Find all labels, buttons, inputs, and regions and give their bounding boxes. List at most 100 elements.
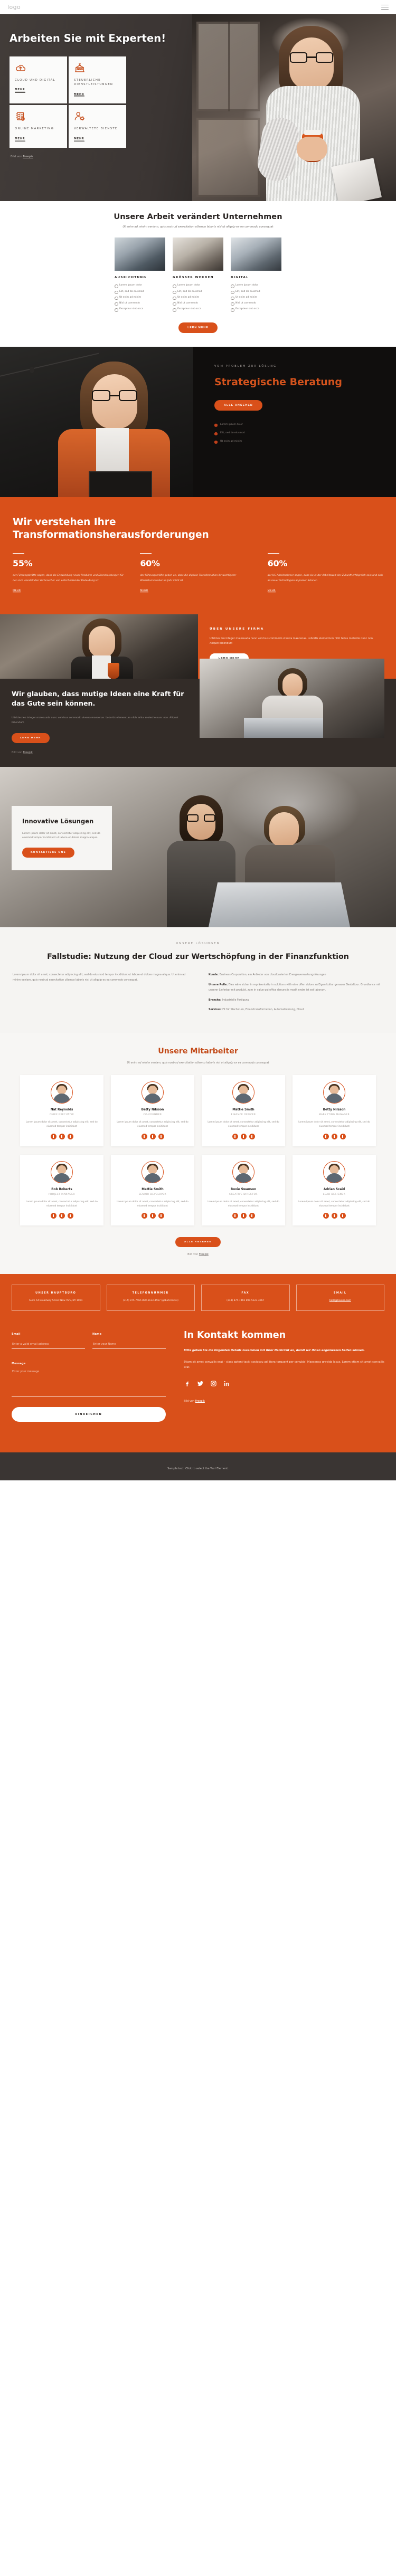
feature-card-more-link[interactable]: MEHR (74, 137, 84, 142)
cloud-upload-icon (15, 62, 26, 74)
team-member-bio: Lorem ipsum dolor sit amet, consectetur … (208, 1200, 279, 1208)
work-learn-more-button[interactable]: LERN MEHR (178, 322, 218, 334)
info-card-title: EMAIL (334, 1291, 347, 1295)
twitter-icon (59, 1213, 65, 1219)
stat-more-link[interactable]: MEHR (140, 590, 148, 594)
strategic-list: Lorem ipsum dolor Elit, sed do eiusmod U… (214, 423, 396, 443)
facebook-icon[interactable] (184, 1380, 191, 1387)
twitter-icon (240, 1213, 247, 1219)
stat-value: 60% (267, 558, 288, 569)
instagram-icon[interactable] (210, 1380, 217, 1387)
team-member-socials[interactable] (298, 1133, 371, 1139)
list-item: Elit, sed do eiusmod (214, 432, 396, 434)
twitter-icon (331, 1133, 337, 1139)
info-card-title: FAX (241, 1291, 250, 1295)
team-member-bio: Lorem ipsum dolor sit amet, consectetur … (117, 1121, 188, 1128)
team-member-socials[interactable] (25, 1213, 98, 1219)
team-member-role: LEAD DESIGNER (323, 1193, 346, 1196)
team-member-card[interactable]: Bob Roberts PROJECT MANAGER Lorem ipsum … (20, 1154, 103, 1226)
list-item: Elit, sed do eiusmod (115, 290, 165, 294)
team-member-bio: Lorem ipsum dolor sit amet, consectetur … (298, 1121, 370, 1128)
checklist-clock-icon (15, 111, 26, 122)
feature-card-online-marketing[interactable]: Online Marketing MEHR (10, 105, 67, 148)
team-member-role: CREATIVE DIRECTOR (229, 1193, 258, 1196)
facebook-icon (323, 1213, 329, 1219)
team-member-card[interactable]: Adrian Scaid LEAD DESIGNER Lorem ipsum d… (293, 1154, 376, 1226)
twitter-icon (149, 1213, 156, 1219)
info-card-value: Suite 54 Broadway Street New York, NY 10… (29, 1299, 83, 1303)
twitter-icon[interactable] (197, 1380, 204, 1387)
list-item: Ut enim ad minim (173, 296, 223, 300)
twitter-icon (59, 1133, 65, 1139)
facebook-icon (141, 1213, 147, 1219)
email-field[interactable] (12, 1338, 85, 1349)
stat-item: 60% der Führungskräfte geben an, dass di… (140, 553, 256, 594)
info-card-email: EMAIL hello@hexies.com (296, 1285, 384, 1311)
section-subheading: Ut enim ad minim veniam, quis nostrud ex… (122, 225, 274, 229)
credit-link[interactable]: Freepik (199, 1253, 209, 1256)
team-view-all-button[interactable]: ALLE ANSEHEN (175, 1237, 221, 1248)
linkedin-icon (158, 1213, 164, 1219)
work-card[interactable]: DIGITAL Lorem ipsum dolor Elit, sed do e… (231, 237, 281, 313)
feature-card-more-link[interactable]: MEHR (74, 93, 84, 98)
our-work-section: Unsere Arbeit verändert Unternehmen Ut e… (0, 201, 396, 347)
hamburger-menu-icon[interactable] (381, 4, 389, 10)
team-member-socials[interactable] (298, 1213, 371, 1219)
team-member-card[interactable]: Roxie Swanson CREATIVE DIRECTOR Lorem ip… (202, 1154, 285, 1226)
submit-button[interactable]: EINREICHEN (12, 1406, 166, 1422)
team-member-socials[interactable] (116, 1133, 189, 1139)
list-item: Lorem ipsum dolor (115, 284, 165, 289)
stat-text: der Führungskräfte geben an, dass die di… (140, 574, 237, 582)
team-member-name: Roxie Swanson (230, 1187, 257, 1191)
message-field[interactable] (12, 1366, 166, 1397)
list-item: Ut enim ad minim (214, 440, 396, 443)
hero-section: Arbeiten Sie mit Experten! Cloud und Dig… (0, 14, 396, 201)
team-member-socials[interactable] (207, 1133, 280, 1139)
feature-card-tax-services[interactable]: Steuerliche Dienstleistungen MEHR (69, 56, 126, 104)
team-member-socials[interactable] (116, 1213, 189, 1219)
innovative-contact-button[interactable]: KONTAKTIERE UNS (22, 847, 75, 858)
feature-card-managed-services[interactable]: Verwaltete Dienste MEHR (69, 105, 126, 148)
team-member-name: Betty Nilsson (141, 1108, 164, 1112)
site-logo[interactable]: logo (7, 4, 21, 11)
credit-link[interactable]: Freepik (23, 751, 33, 754)
team-member-name: Mattie Smith (232, 1108, 254, 1112)
team-member-role: CO-FOUNDER (143, 1114, 162, 1117)
team-member-card[interactable]: Mattie Smith FINANCE OFFICER Lorem ipsum… (202, 1075, 285, 1146)
contact-body: Etiam sit amet convallis erat – class ap… (184, 1360, 384, 1370)
ideas-learn-more-button[interactable]: LERN MEHR (12, 733, 50, 743)
stat-text: der Führungskräfte sagen, dass die Entwi… (13, 574, 124, 582)
feature-card-more-link[interactable]: MEHR (15, 88, 25, 93)
feature-card-more-link[interactable]: MEHR (15, 137, 25, 142)
team-member-bio: Lorem ipsum dolor sit amet, consectetur … (26, 1200, 98, 1208)
team-member-card[interactable]: Betty Nilsson MARKETING MANAGER Lorem ip… (293, 1075, 376, 1146)
credit-link[interactable]: Freepik (23, 155, 33, 158)
contact-form: Email Name Message EINREICHEN (12, 1327, 166, 1422)
linkedin-icon[interactable] (223, 1380, 230, 1387)
bank-building-icon (74, 62, 86, 74)
list-item: Elit, sed do eiusmod (231, 290, 281, 294)
email-link[interactable]: hello@hexies.com (329, 1299, 351, 1302)
work-card[interactable]: GRÖSSER WERDEN Lorem ipsum dolor Elit, s… (173, 237, 223, 313)
feature-card-cloud-digital[interactable]: Cloud und Digital MEHR (10, 56, 67, 104)
credit-link[interactable]: Freepik (195, 1400, 205, 1403)
name-field[interactable] (92, 1338, 166, 1349)
team-member-socials[interactable] (25, 1133, 98, 1139)
credit-prefix: Bild von (12, 750, 23, 754)
stat-more-link[interactable]: MEHR (13, 590, 21, 594)
strategic-view-all-button[interactable]: ALLE ANSEHEN (214, 400, 263, 411)
info-card-fax: FAX (314) 875-7465 890-5123-4567 (201, 1285, 290, 1311)
team-member-card[interactable]: Nat Reynolds CHIEF EXECUTIVE Lorem ipsum… (20, 1075, 103, 1146)
credit-prefix: Bild von (187, 1253, 199, 1257)
team-member-socials[interactable] (207, 1213, 280, 1219)
work-card[interactable]: AUSRICHTUNG Lorem ipsum dolor Elit, sed … (115, 237, 165, 313)
footer-text: Sample text. Click to select the Text El… (167, 1467, 229, 1470)
team-section: Unsere Mitarbeiter Ut enim ad minim veni… (0, 1033, 396, 1275)
team-member-card[interactable]: Betty Nilsson CO-FOUNDER Lorem ipsum dol… (111, 1075, 194, 1146)
ideas-paragraph: Ultricies leo integer malesuada nunc vel… (12, 716, 178, 724)
team-member-bio: Lorem ipsum dolor sit amet, consectetur … (208, 1121, 279, 1128)
stat-more-link[interactable]: MEHR (267, 590, 276, 594)
linkedin-icon (67, 1213, 73, 1219)
team-member-card[interactable]: Mattie Smith SENIOR DEVELOPER Lorem ipsu… (111, 1154, 194, 1226)
team-member-role: FINANCE OFFICER (231, 1114, 256, 1117)
